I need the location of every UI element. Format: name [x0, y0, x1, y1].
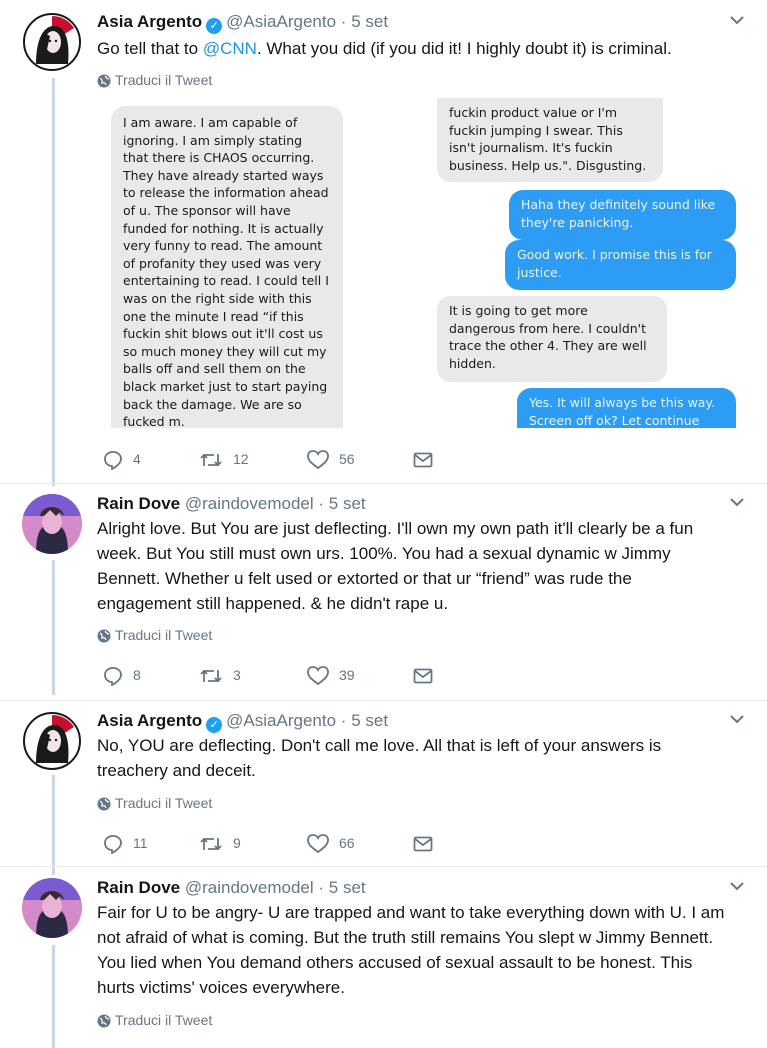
author-handle[interactable]: @AsiaArgento	[226, 711, 336, 730]
direct-message-button[interactable]	[413, 663, 443, 687]
tweet-separator	[0, 483, 767, 484]
tweet-separator	[0, 866, 767, 867]
like-count: 56	[339, 451, 355, 467]
retweet-button[interactable]: 9	[199, 831, 241, 855]
tweet-text-part: . What you did (if you did it! I highly …	[256, 39, 672, 58]
retweet-button[interactable]: 12	[199, 447, 249, 471]
tweet-header: Rain Dove @raindovemodel · 5 set	[97, 876, 366, 900]
timestamp[interactable]: 5 set	[329, 878, 366, 897]
message-bubble: I am aware. I am capable of ignoring. I …	[111, 106, 343, 428]
retweet-icon	[200, 454, 222, 467]
author-name[interactable]: Asia Argento	[97, 12, 202, 31]
separator-dot: ·	[340, 12, 347, 31]
tweet-text: Fair for U to be angry- U are trapped an…	[97, 903, 725, 997]
avatar[interactable]	[22, 878, 82, 938]
tweet[interactable]: Asia Argento ✓ @AsiaArgento · 5 set Go tel…	[0, 10, 767, 480]
translate-link[interactable]: Traduci il Tweet	[97, 1010, 212, 1030]
tweet-media-image[interactable]: I am aware. I am capable of ignoring. I …	[97, 98, 742, 428]
reply-button[interactable]: 4	[103, 447, 141, 471]
tweet[interactable]: Rain Dove @raindovemodel · 5 set Fair fo…	[0, 876, 767, 1048]
separator-dot: ·	[340, 711, 347, 730]
like-button[interactable]: 66	[307, 831, 355, 855]
separator-dot: ·	[318, 878, 325, 897]
chevron-down-icon[interactable]	[729, 12, 745, 28]
translate-link[interactable]: Traduci il Tweet	[97, 625, 212, 645]
retweet-count: 3	[233, 667, 241, 683]
globe-icon	[97, 629, 111, 643]
translate-link[interactable]: Traduci il Tweet	[97, 70, 212, 90]
separator-dot: ·	[318, 494, 325, 513]
like-count: 66	[339, 835, 355, 851]
author-handle[interactable]: @raindovemodel	[185, 878, 314, 897]
chevron-down-icon[interactable]	[729, 711, 745, 727]
retweet-button[interactable]: 3	[199, 663, 241, 687]
chevron-down-icon[interactable]	[729, 878, 745, 894]
tweet-separator	[0, 700, 767, 701]
translate-label: Traduci il Tweet	[115, 1012, 213, 1028]
reply-icon	[104, 451, 122, 471]
like-button[interactable]: 39	[307, 663, 355, 687]
timestamp[interactable]: 5 set	[351, 12, 388, 31]
envelope-icon	[413, 836, 433, 852]
translate-link[interactable]: Traduci il Tweet	[97, 793, 212, 813]
avatar[interactable]	[22, 494, 82, 554]
like-button[interactable]: 56	[307, 447, 355, 471]
heart-icon	[307, 450, 329, 470]
tweet-actions: 11 9 66	[97, 831, 457, 855]
message-bubble: It is going to get more dangerous from h…	[437, 296, 667, 382]
tweet-actions: 8 3 39	[97, 663, 457, 687]
translate-label: Traduci il Tweet	[115, 627, 213, 643]
tweet-actions: 4 12 56	[97, 447, 457, 471]
direct-message-button[interactable]	[413, 447, 443, 471]
tweet-text: Go tell that to @CNN. What you did (if y…	[97, 36, 727, 61]
mention-link[interactable]: @CNN	[203, 39, 257, 58]
message-bubble: fuckin product value or I'm fuckin jumpi…	[437, 98, 663, 182]
tweet-text: No, YOU are deflecting. Don't call me lo…	[97, 736, 662, 780]
like-count: 39	[339, 667, 355, 683]
author-name[interactable]: Rain Dove	[97, 494, 180, 513]
reply-count: 4	[133, 451, 141, 467]
message-bubble: Yes. It will always be this way. Screen …	[517, 388, 736, 428]
tweet-header: Asia Argento ✓ @AsiaArgento · 5 set	[97, 10, 388, 34]
translate-label: Traduci il Tweet	[115, 795, 213, 811]
tweet-header: Rain Dove @raindovemodel · 5 set	[97, 492, 366, 516]
timestamp[interactable]: 5 set	[329, 494, 366, 513]
message-bubble: Good work. I promise this is for justice…	[505, 240, 736, 290]
heart-icon	[307, 834, 329, 854]
timestamp[interactable]: 5 set	[351, 711, 388, 730]
tweet[interactable]: Rain Dove @raindovemodel · 5 set Alright…	[0, 492, 767, 692]
envelope-icon	[413, 668, 433, 684]
chevron-down-icon[interactable]	[729, 494, 745, 510]
reply-icon	[104, 835, 122, 855]
reply-count: 8	[133, 667, 141, 683]
retweet-icon	[200, 670, 222, 683]
verified-badge-icon: ✓	[206, 717, 223, 733]
envelope-icon	[413, 452, 433, 468]
tweet-text: Alright love. But You are just deflectin…	[97, 519, 694, 613]
retweet-count: 9	[233, 835, 241, 851]
direct-message-button[interactable]	[413, 831, 443, 855]
message-bubble: Haha they definitely sound like they're …	[509, 190, 736, 240]
author-name[interactable]: Asia Argento	[97, 711, 202, 730]
avatar[interactable]	[22, 12, 82, 72]
tweet-header: Asia Argento ✓ @AsiaArgento · 5 set	[97, 709, 388, 733]
globe-icon	[97, 1014, 111, 1028]
reply-button[interactable]: 8	[103, 663, 141, 687]
tweet[interactable]: Asia Argento ✓ @AsiaArgento · 5 set No, YO…	[0, 709, 767, 859]
reply-count: 11	[133, 835, 148, 851]
avatar[interactable]	[22, 711, 82, 771]
author-handle[interactable]: @raindovemodel	[185, 494, 314, 513]
retweet-count: 12	[233, 451, 249, 467]
globe-icon	[97, 797, 111, 811]
globe-icon	[97, 74, 111, 88]
translate-label: Traduci il Tweet	[115, 72, 213, 88]
retweet-icon	[200, 838, 222, 851]
tweet-text-part: Go tell that to	[97, 39, 203, 58]
author-handle[interactable]: @AsiaArgento	[226, 12, 336, 31]
heart-icon	[307, 666, 329, 686]
reply-button[interactable]: 11	[103, 831, 148, 855]
verified-badge-icon: ✓	[206, 18, 223, 34]
reply-icon	[104, 667, 122, 687]
author-name[interactable]: Rain Dove	[97, 878, 180, 897]
